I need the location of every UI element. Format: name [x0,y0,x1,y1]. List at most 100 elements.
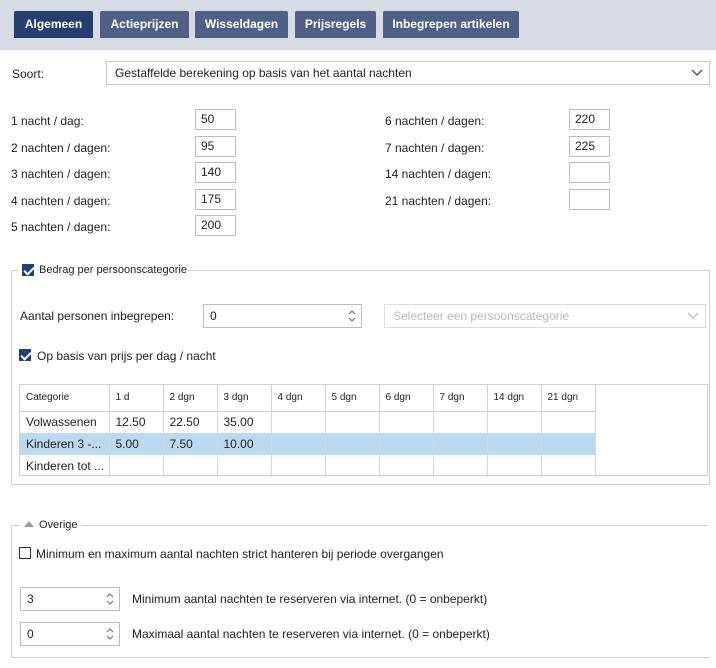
fieldset-border [11,657,710,658]
stepper-arrows-icon[interactable] [106,627,114,641]
per-day-label: Op basis van prijs per dag / nacht [37,349,216,363]
tab-actieprijzen[interactable]: Actieprijzen [100,11,189,38]
night-14-input[interactable] [569,162,610,183]
price-table-header: Categorie 1 d 2 dgn 3 dgn 4 dgn 5 dgn 6 … [20,385,596,412]
table-cell[interactable] [379,455,434,477]
fieldset-border [11,525,12,657]
table-row[interactable]: Kinderen tot ... [20,455,596,477]
night-5-label: 5 nachten / dagen: [11,220,111,234]
col-header-categorie[interactable]: Categorie [20,385,110,412]
min-nights-label: Minimum aantal nachten te reserveren via… [132,592,488,606]
table-cell[interactable] [487,433,542,455]
night-2-label: 2 nachten / dagen: [11,141,111,155]
col-header-21dgn[interactable]: 21 dgn [541,385,596,412]
person-category-placeholder: Selecteer een persoonscategorie [393,309,570,323]
fieldset-border [81,525,709,526]
tab-prijsregels[interactable]: Prijsregels [295,11,376,38]
tab-algemeen[interactable]: Algemeen [14,11,93,38]
col-header-5dgn[interactable]: 5 dgn [325,385,380,412]
table-cell[interactable] [163,455,218,477]
tab-bar: Algemeen Actieprijzen Wisseldagen Prijsr… [0,0,716,50]
table-cell[interactable]: 7.50 [163,433,218,455]
col-header-14dgn[interactable]: 14 dgn [487,385,542,412]
per-day-checkbox[interactable] [19,349,31,361]
included-persons-stepper[interactable]: 0 [203,304,362,328]
col-header-3dgn[interactable]: 3 dgn [217,385,272,412]
soort-value: Gestaffelde berekening op basis van het … [115,66,412,80]
table-cell[interactable] [325,411,380,433]
tab-wisseldagen[interactable]: Wisseldagen [195,11,288,38]
table-cell[interactable]: 5.00 [109,433,164,455]
col-header-2dgn[interactable]: 2 dgn [163,385,218,412]
min-nights-stepper[interactable]: 3 [20,587,120,611]
table-cell[interactable] [271,433,326,455]
night-2-input[interactable]: 95 [195,136,236,157]
persons-category-checkbox[interactable] [22,264,34,276]
collapse-arrow-icon[interactable] [24,520,34,528]
fieldset-border [11,270,19,271]
night-4-input[interactable]: 175 [195,189,236,210]
night-1-input[interactable]: 50 [195,109,236,130]
table-cell[interactable]: 35.00 [217,411,272,433]
night-14-label: 14 nachten / dagen: [385,167,492,181]
table-row[interactable]: Volwassenen 12.50 22.50 35.00 [20,411,596,433]
chevron-down-icon [687,312,699,319]
table-cell[interactable] [379,411,434,433]
table-cell[interactable]: 12.50 [109,411,164,433]
max-nights-stepper[interactable]: 0 [20,622,120,646]
night-6-label: 6 nachten / dagen: [385,114,485,128]
stepper-arrows-icon[interactable] [348,309,356,323]
table-cell[interactable] [541,411,596,433]
fieldset-border [11,525,21,526]
table-cell[interactable] [487,411,542,433]
included-persons-label: Aantal personen inbegrepen: [20,309,175,323]
night-1-label: 1 nacht / dag: [11,114,84,128]
soort-label: Soort: [12,67,45,81]
table-cell[interactable] [487,455,542,477]
persons-category-legend: Bedrag per persoonscategorie [39,264,187,276]
table-cell[interactable]: Volwassenen [20,411,110,433]
table-row[interactable]: Kinderen 3 -... 5.00 7.50 10.00 [20,433,596,455]
max-nights-value: 0 [27,627,34,641]
night-3-input[interactable]: 140 [195,162,236,183]
col-header-6dgn[interactable]: 6 dgn [379,385,434,412]
night-3-label: 3 nachten / dagen: [11,167,111,181]
night-4-label: 4 nachten / dagen: [11,194,111,208]
table-cell[interactable] [433,455,488,477]
night-21-input[interactable] [569,189,610,210]
table-cell[interactable]: Kinderen 3 -... [20,433,110,455]
night-5-input[interactable]: 200 [195,215,236,236]
min-nights-value: 3 [27,592,34,606]
table-cell[interactable] [325,433,380,455]
strict-checkbox[interactable] [19,547,31,559]
table-cell[interactable] [379,433,434,455]
strict-label: Minimum en maximum aantal nachten strict… [36,547,444,561]
fieldset-border [11,270,12,484]
col-header-4dgn[interactable]: 4 dgn [271,385,326,412]
soort-select[interactable]: Gestaffelde berekening op basis van het … [106,61,710,85]
included-persons-value: 0 [210,309,217,323]
table-cell[interactable]: 10.00 [217,433,272,455]
table-cell[interactable] [109,455,164,477]
fieldset-border [709,270,710,484]
table-cell[interactable] [433,433,488,455]
table-cell[interactable]: Kinderen tot ... [20,455,110,477]
table-cell[interactable] [541,455,596,477]
table-cell[interactable] [433,411,488,433]
person-category-select[interactable]: Selecteer een persoonscategorie [384,304,706,328]
col-header-7dgn[interactable]: 7 dgn [433,385,488,412]
tab-inbegrepen-artikelen[interactable]: Inbegrepen artikelen [383,11,519,38]
table-cell[interactable] [271,455,326,477]
fieldset-border [11,484,710,485]
stepper-arrows-icon[interactable] [106,592,114,606]
table-cell[interactable] [541,433,596,455]
table-cell[interactable] [217,455,272,477]
chevron-down-icon [691,69,703,76]
table-cell[interactable] [271,411,326,433]
night-6-input[interactable]: 220 [569,109,610,130]
col-header-1d[interactable]: 1 d [109,385,164,412]
max-nights-label: Maximaal aantal nachten te reserveren vi… [132,627,490,641]
night-7-input[interactable]: 225 [569,136,610,157]
table-cell[interactable]: 22.50 [163,411,218,433]
table-cell[interactable] [325,455,380,477]
